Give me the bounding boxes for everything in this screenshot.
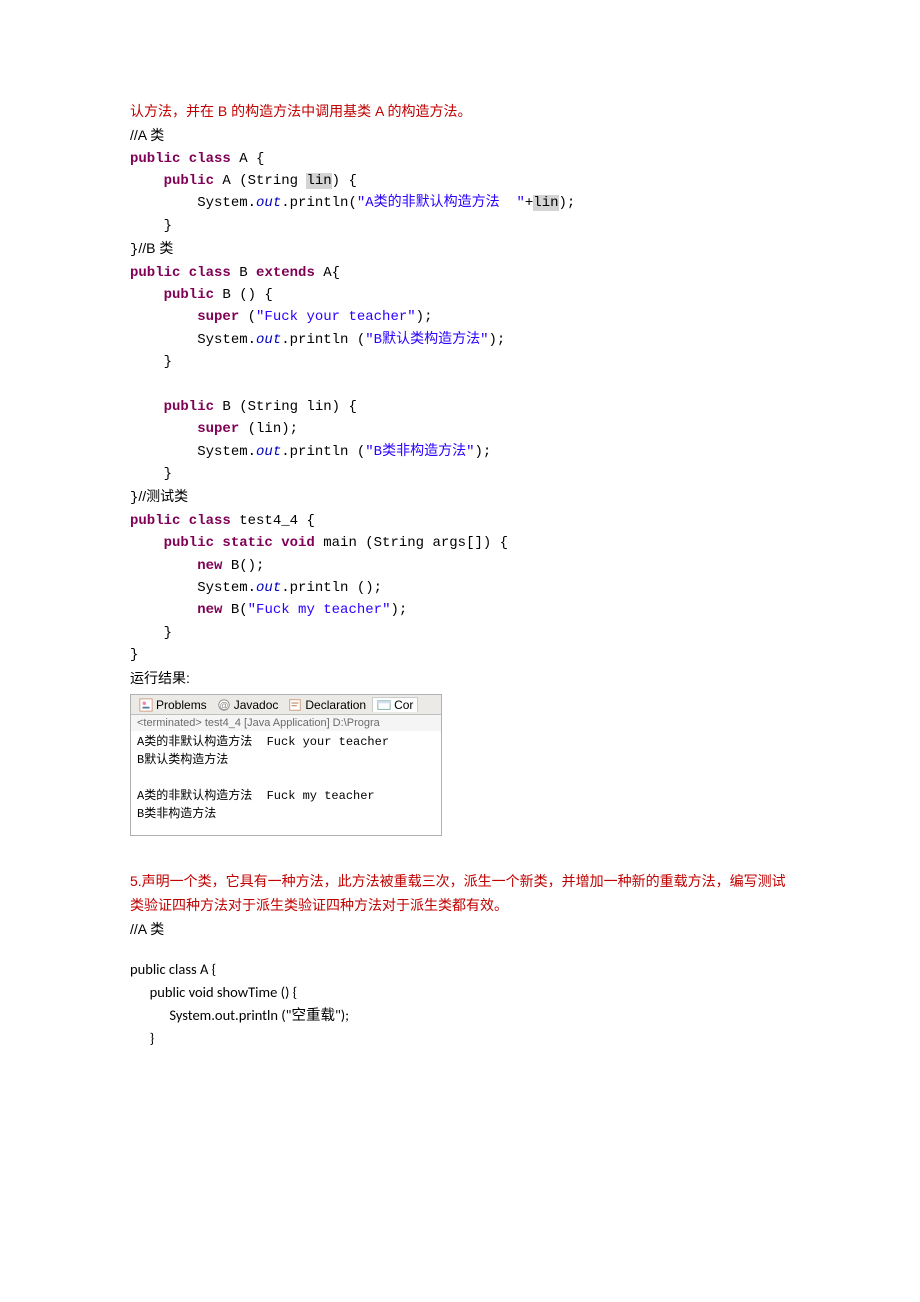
- txt: B (String lin) {: [214, 399, 357, 415]
- txt: .println(: [281, 195, 357, 211]
- kw: super: [130, 309, 239, 325]
- txt: .println (: [281, 444, 365, 460]
- kw: new: [130, 602, 222, 618]
- comment: //测试类: [138, 488, 188, 504]
- code-class-a: public class A { public A (String lin) {…: [130, 148, 790, 667]
- txt: B () {: [214, 287, 273, 303]
- string: "Fuck your teacher": [256, 309, 416, 325]
- tab-label: Declaration: [305, 698, 366, 712]
- console-tabbar: Problems @ Javadoc Declaration Cor: [131, 695, 441, 715]
- console-icon: [377, 698, 391, 712]
- kw: public: [130, 399, 214, 415]
- static-ref: out: [256, 332, 281, 348]
- txt: A{: [315, 265, 340, 281]
- question-5-text: 5.声明一个类，它具有一种方法，此方法被重载三次，派生一个新类，并增加一种新的重…: [130, 870, 790, 918]
- kw: extends: [256, 265, 315, 281]
- kw: new: [130, 558, 222, 574]
- string: "B默认类构造方法": [365, 332, 488, 348]
- txt: (lin);: [239, 421, 298, 437]
- kw: public: [130, 173, 214, 189]
- class-a-comment: //A 类: [130, 124, 790, 148]
- highlight: lin: [533, 195, 558, 211]
- kw: public class: [130, 513, 231, 529]
- tab-label: Javadoc: [234, 698, 279, 712]
- txt: );: [416, 309, 433, 325]
- static-ref: out: [256, 444, 281, 460]
- static-ref: out: [256, 195, 281, 211]
- static-ref: out: [256, 580, 281, 596]
- tab-javadoc[interactable]: @ Javadoc: [213, 698, 283, 712]
- tab-declaration[interactable]: Declaration: [284, 698, 370, 712]
- tab-label: Problems: [156, 698, 207, 712]
- txt: System.: [130, 332, 256, 348]
- console-output: A类的非默认构造方法 Fuck your teacher B默认类构造方法 A类…: [131, 731, 441, 835]
- txt: .println (: [281, 332, 365, 348]
- txt: }: [130, 647, 138, 663]
- tab-label: Cor: [394, 698, 413, 712]
- txt: test4_4 {: [231, 513, 315, 529]
- txt: B(: [222, 602, 247, 618]
- txt: System.: [130, 195, 256, 211]
- spacer: [130, 942, 790, 958]
- kw: public class: [130, 265, 231, 281]
- txt: );: [474, 444, 491, 460]
- txt: (: [239, 309, 256, 325]
- kw: public class: [130, 151, 231, 167]
- txt: System.: [130, 580, 256, 596]
- string: "A类的非默认构造方法 ": [357, 195, 525, 211]
- txt: );: [488, 332, 505, 348]
- kw: super: [130, 421, 239, 437]
- problems-icon: [139, 698, 153, 712]
- txt: );: [390, 602, 407, 618]
- txt: }: [130, 218, 172, 234]
- txt: B: [231, 265, 256, 281]
- txt: A {: [231, 151, 265, 167]
- kw: public static void: [130, 535, 315, 551]
- txt: main (String args[]) {: [315, 535, 508, 551]
- txt: }: [130, 625, 172, 641]
- txt: }: [130, 354, 172, 370]
- txt: System.: [130, 444, 256, 460]
- tab-problems[interactable]: Problems: [135, 698, 211, 712]
- q5-comment: //A 类: [130, 918, 790, 942]
- txt: A (String: [214, 173, 306, 189]
- comment: //B 类: [138, 240, 173, 256]
- highlight: lin: [306, 173, 331, 189]
- run-result-label: 运行结果:: [130, 667, 790, 691]
- svg-text:@: @: [219, 700, 228, 710]
- txt: .println ();: [281, 580, 382, 596]
- console-panel: Problems @ Javadoc Declaration Cor <term…: [130, 694, 442, 836]
- string: "Fuck my teacher": [248, 602, 391, 618]
- spacer: [130, 856, 790, 870]
- txt: );: [559, 195, 576, 211]
- declaration-icon: [288, 698, 302, 712]
- javadoc-icon: @: [217, 698, 231, 712]
- q5-code: public class A { public void showTime ()…: [130, 958, 790, 1051]
- intro-text: 认方法，并在 B 的构造方法中调用基类 A 的构造方法。: [130, 100, 790, 124]
- txt: }: [130, 466, 172, 482]
- txt: B();: [222, 558, 264, 574]
- txt: ) {: [332, 173, 357, 189]
- string: "B类非构造方法": [365, 444, 474, 460]
- document-page: 认方法，并在 B 的构造方法中调用基类 A 的构造方法。 //A 类 publi…: [0, 0, 920, 1302]
- kw: public: [130, 287, 214, 303]
- tab-console[interactable]: Cor: [372, 697, 418, 712]
- terminated-line: <terminated> test4_4 [Java Application] …: [131, 715, 441, 731]
